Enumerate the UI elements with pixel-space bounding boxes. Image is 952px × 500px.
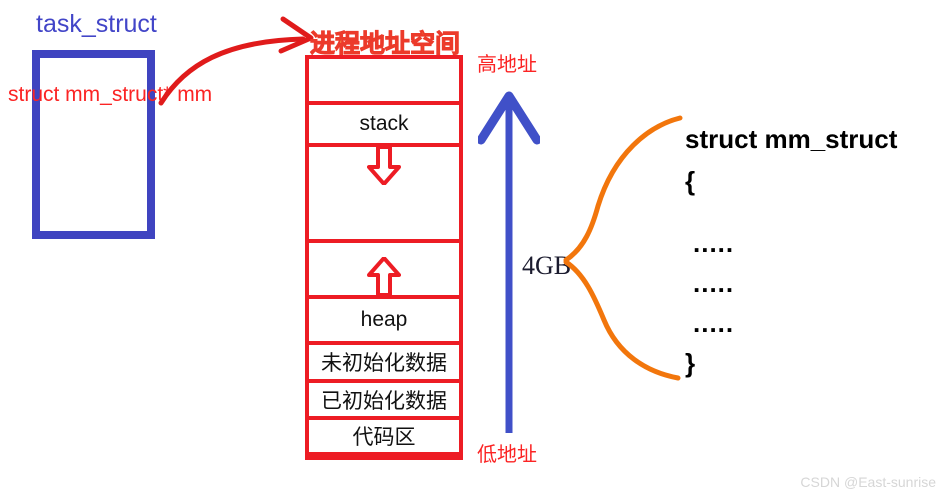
stack-grows-down-arrow-icon <box>367 146 401 185</box>
data-segment: 已初始化数据 <box>309 383 459 421</box>
diagram-canvas: task_struct struct mm_struct* mm 进程地址空间 … <box>0 0 952 500</box>
stack-segment: stack <box>309 105 459 147</box>
watermark: CSDN @East-sunrise <box>800 474 936 490</box>
mm-struct-members-line-2: ..... <box>693 268 735 298</box>
stack-growth-gap <box>309 146 459 243</box>
mm-struct-close-brace: } <box>685 348 696 378</box>
process-address-space-map: stack heap 未初始化数据 已初始化数据 代码区 <box>305 55 463 460</box>
mm-struct-open-brace: { <box>685 166 696 196</box>
mm-struct-members-line-1: ..... <box>693 228 735 258</box>
low-address-label: 低地址 <box>477 444 537 466</box>
heap-segment: heap <box>309 299 459 346</box>
heap-growth-gap <box>309 243 459 299</box>
high-address-label: 高地址 <box>477 54 537 76</box>
kernel-reserved-region <box>309 59 459 106</box>
task-struct-title: task_struct <box>36 10 157 38</box>
heap-grows-up-arrow-icon <box>367 256 401 295</box>
task-struct-box <box>32 50 155 239</box>
bss-segment: 未初始化数据 <box>309 345 459 383</box>
mm-struct-members-line-3: ..... <box>693 308 735 338</box>
text-segment: 代码区 <box>309 420 459 457</box>
orange-brace-icon <box>563 115 683 381</box>
mm-struct-definition-title: struct mm_struct <box>685 124 898 154</box>
